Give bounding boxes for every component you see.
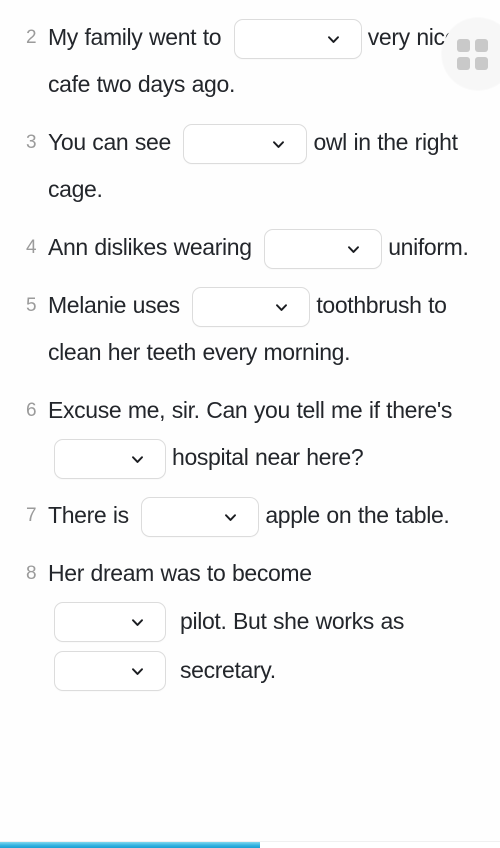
- answer-select-2[interactable]: [183, 123, 308, 164]
- grid-cell: [456, 38, 470, 52]
- question-body: Excuse me, sir. Can you tell me if there…: [48, 387, 490, 481]
- answer-select-3[interactable]: [264, 228, 383, 269]
- question-list: 2 My family went to very nice cafe two da…: [0, 0, 500, 706]
- question-text: apple on the table.: [265, 502, 450, 528]
- question-6: 6 Excuse me, sir. Can you tell me if ther…: [26, 387, 490, 481]
- chevron-down-icon: [274, 300, 289, 315]
- question-5: 5 Melanie uses toothbrush to clean her te…: [26, 282, 490, 376]
- question-body: Ann dislikes wearing uniform.: [48, 224, 490, 271]
- question-text: Excuse me, sir. Can you tell me if there…: [48, 397, 459, 423]
- question-text: Melanie uses: [48, 292, 187, 318]
- grid-cell: [474, 56, 488, 70]
- question-text: Her dream was to become: [48, 560, 312, 586]
- question-answer-row: pilot. But she works as: [54, 597, 490, 646]
- question-number: 8: [26, 563, 37, 584]
- question-text: secretary.: [180, 657, 276, 683]
- answer-select-4[interactable]: [192, 286, 311, 327]
- exercise-page: 2 My family went to very nice cafe two da…: [0, 0, 500, 848]
- question-text: My family went to: [48, 24, 228, 50]
- question-body: There is apple on the table.: [48, 492, 490, 539]
- chevron-down-icon: [130, 615, 145, 630]
- question-answer-row: secretary.: [54, 646, 490, 695]
- question-text: Ann dislikes wearing: [48, 234, 259, 260]
- chevron-down-icon: [223, 510, 238, 525]
- chevron-down-icon: [271, 137, 286, 152]
- question-body: Melanie uses toothbrush to clean her tee…: [48, 282, 490, 376]
- question-number: 7: [26, 505, 37, 526]
- progress-bar-fill: [0, 842, 260, 848]
- question-text: pilot. But she works as: [180, 608, 405, 634]
- question-body: My family went to very nice cafe two day…: [48, 14, 490, 108]
- question-body: You can see owl in the right cage.: [48, 119, 490, 213]
- question-number: 2: [26, 27, 37, 48]
- question-number: 5: [26, 295, 37, 316]
- grid-cell: [456, 56, 470, 70]
- question-text: uniform.: [388, 234, 469, 260]
- chevron-down-icon: [130, 664, 145, 679]
- answer-select-1[interactable]: [233, 18, 362, 59]
- question-8: 8 Her dream was to become pilot. But she w…: [26, 550, 490, 695]
- question-text: There is: [48, 502, 136, 528]
- question-4: 4 Ann dislikes wearing uniform.: [26, 224, 490, 271]
- question-number: 4: [26, 237, 37, 258]
- chevron-down-icon: [346, 242, 361, 257]
- question-7: 7 There is apple on the table.: [26, 492, 490, 539]
- question-text: hospital near here?: [172, 444, 364, 470]
- chevron-down-icon: [130, 452, 145, 467]
- grid-2x2-icon: [456, 38, 488, 70]
- answer-select-5[interactable]: [54, 438, 166, 479]
- chevron-down-icon: [326, 32, 341, 47]
- answer-select-7[interactable]: [54, 601, 166, 642]
- question-text: You can see: [48, 129, 178, 155]
- question-2: 2 My family went to very nice cafe two da…: [26, 14, 490, 108]
- grid-cell: [474, 38, 488, 52]
- answer-select-8[interactable]: [54, 650, 166, 691]
- question-3: 3 You can see owl in the right cage.: [26, 119, 490, 213]
- progress-bar-track: [0, 841, 500, 848]
- question-number: 3: [26, 132, 37, 153]
- question-number: 6: [26, 400, 37, 421]
- question-body: Her dream was to become pilot. But she wo…: [48, 550, 490, 695]
- answer-select-6[interactable]: [141, 496, 260, 537]
